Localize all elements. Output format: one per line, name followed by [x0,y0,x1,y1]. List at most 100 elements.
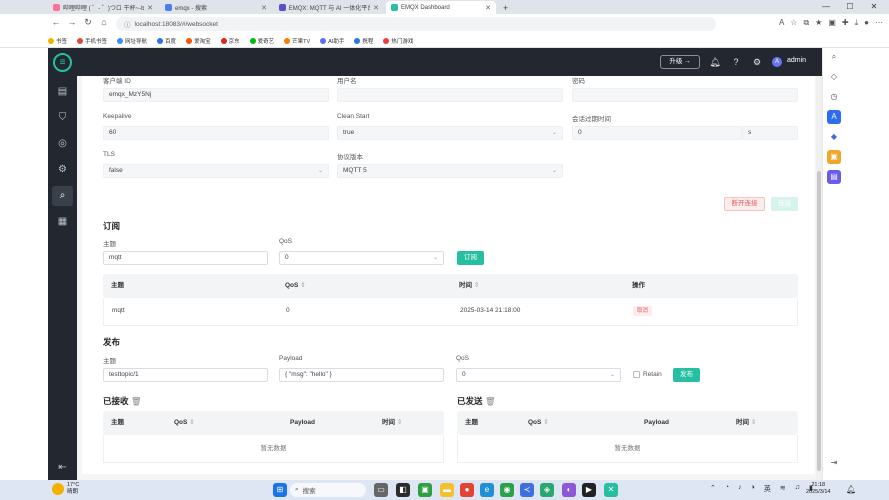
bookmark-item[interactable]: 热门游戏 [383,37,413,45]
bookmark-item[interactable]: AI助手 [320,37,344,45]
diagnose-icon[interactable]: ⌕ [52,186,73,206]
close-tab-icon[interactable]: ✕ [261,4,267,12]
new-tab-button[interactable]: + [498,1,512,14]
home-icon[interactable]: ⌂ [96,17,112,28]
search-icon[interactable]: ⌕ [827,50,841,64]
sort-icon[interactable]: ⇕ [543,419,548,426]
publish-qos-select[interactable]: 0 ⌄ [456,368,621,382]
subscribe-button[interactable]: 订阅 [457,251,484,265]
clock[interactable]: 21:18 2025/3/14 [806,482,830,496]
wifi-icon[interactable]: ≋ [780,484,786,494]
shopping-icon[interactable]: ▣ [827,150,841,164]
tray-icon[interactable]: ◑ [751,484,755,494]
terminal-icon[interactable]: ▶ [582,483,596,497]
url-field[interactable]: ⓘ localhost:18083/#/websocket [116,17,716,31]
minimize-icon[interactable]: — [814,0,838,14]
bookmark-item[interactable]: 手机书签 [77,37,107,45]
gear-icon[interactable]: ⚙ [750,55,764,69]
forward-icon[interactable]: → [64,17,80,28]
maximize-icon[interactable]: ☐ [838,0,862,14]
extensions-icon[interactable]: ✚ [842,18,849,28]
retain-checkbox[interactable] [633,371,640,378]
bookmark-item[interactable]: 百度 [157,37,176,45]
games-icon[interactable]: ◆ [827,130,841,144]
bookmark-item[interactable]: 芒果TV [284,37,310,45]
username-field[interactable] [337,88,563,102]
emqx-logo-icon[interactable]: ≡ [53,53,72,72]
browser-tab-search[interactable]: emqx - 搜索 ✕ [160,1,272,14]
app-icon[interactable]: ▣ [418,483,432,497]
connect-button[interactable]: 连接 [771,197,798,211]
subscribe-topic-input[interactable]: mqtt [103,251,268,265]
column-header[interactable]: QoS ⇕ [528,411,549,435]
close-tab-icon[interactable]: ✕ [373,4,379,12]
tray-icon[interactable]: ◔ [725,484,729,494]
ime-indicator[interactable]: 英 [764,484,771,494]
close-window-icon[interactable]: ✕ [862,0,886,14]
username-label[interactable]: admin [787,57,806,64]
column-header[interactable]: QoS ⇕ [285,274,306,298]
bookmark-item[interactable]: 爱奇艺 [249,37,274,45]
close-tab-icon[interactable]: ✕ [485,4,491,12]
management-icon[interactable]: ⚙ [52,160,73,180]
sort-icon[interactable]: ⇕ [300,282,305,289]
app-icon[interactable]: ◈ [540,483,554,497]
integration-icon[interactable]: ◎ [52,134,73,154]
split-screen-icon[interactable]: ⧉ [803,18,809,28]
back-icon[interactable]: ← [48,17,64,28]
download-icon[interactable]: ⤓ [855,18,859,28]
chevron-up-icon[interactable]: ⌃ [710,484,716,494]
translate-icon[interactable]: A [827,110,841,124]
collections-icon[interactable]: ▣ [828,18,836,28]
notification-icon[interactable]: 🔔︎ [846,485,856,494]
payload-input[interactable]: { "msg": "hello" } [279,368,444,382]
bookmark-item[interactable]: 携程 [354,37,373,45]
password-field[interactable] [572,88,798,102]
browser-tab-emqx-dashboard[interactable]: EMQX Dashboard ✕ [386,1,496,14]
clean-start-select[interactable]: true ⌄ [337,126,563,140]
column-header[interactable]: 时间 ⇕ [736,411,756,435]
sort-icon[interactable]: ⇕ [397,419,402,426]
pin-icon[interactable]: ◇ [827,70,841,84]
expand-sidebar-icon[interactable]: ⇥ [827,456,841,470]
favorites-icon[interactable]: ★ [815,18,822,28]
upgrade-button[interactable]: 升级 → [660,55,700,69]
sort-icon[interactable]: ⇕ [189,419,194,426]
tls-select[interactable]: false ⌄ [103,164,329,178]
protocol-select[interactable]: MQTT 5 ⌄ [337,164,563,178]
reload-icon[interactable]: ↻ [80,17,96,28]
trash-icon[interactable]: 🗑︎ [131,396,142,406]
collapse-icon[interactable]: ⇤ [52,458,73,478]
system-icon[interactable]: ▦ [52,212,73,232]
file-explorer-icon[interactable]: ▬ [440,483,454,497]
trash-icon[interactable]: 🗑︎ [485,396,496,406]
scrollbar-thumb[interactable] [817,171,821,471]
vscode-icon[interactable]: ≺ [520,483,534,497]
bookmark-item[interactable]: 网址导航 [117,37,147,45]
browser-tab-bilibili[interactable]: 哔哩哔哩 ( ゜- ゜)つロ 干杯~-bilib ✕ [48,1,158,14]
publish-button[interactable]: 发布 [673,368,700,382]
wechat-icon[interactable]: ◉ [500,483,514,497]
profile-icon[interactable]: ● [864,18,869,28]
shield-icon[interactable]: ⛉ [52,108,73,128]
session-expiry-field[interactable]: 0 [572,126,742,140]
weather-widget[interactable]: 17°C 晴朗 [52,482,79,496]
publish-topic-input[interactable]: testtopic/1 [103,368,268,382]
read-aloud-icon[interactable]: A [779,18,784,28]
keepalive-field[interactable]: 60 [103,126,329,140]
browser-tab-emqx-site[interactable]: EMQX: MQTT 与 AI 一体化平台 ✕ [274,1,384,14]
disconnect-button[interactable]: 断开连接 [724,197,765,211]
column-header[interactable]: 时间 ⇕ [382,411,402,435]
windows-start-icon[interactable]: ⊞ [273,483,287,497]
mic-icon[interactable]: ♪ [738,484,742,494]
task-view-icon[interactable]: ▭ [374,483,388,497]
bookmark-item[interactable]: 书签 [48,37,67,45]
column-header[interactable]: QoS ⇕ [174,411,195,435]
unsubscribe-button[interactable]: 取消 [633,306,653,316]
more-icon[interactable]: ⋯ [875,18,883,28]
dashboard-icon[interactable]: ▤ [52,82,73,102]
volume-icon[interactable]: ♫ [795,484,800,494]
chrome-icon[interactable]: ● [460,483,474,497]
sort-icon[interactable]: ⇕ [751,419,756,426]
bell-icon[interactable]: 🔔︎ [708,55,722,69]
